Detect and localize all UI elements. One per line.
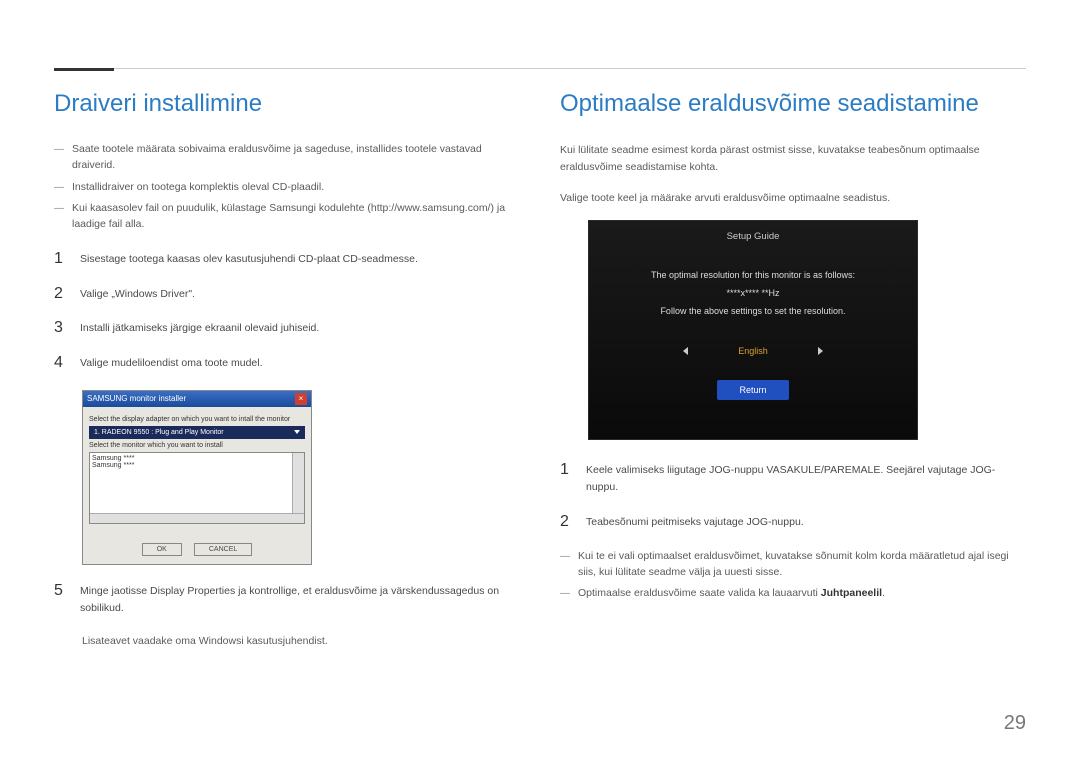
step-number: 1 [560, 462, 572, 478]
language-value: English [738, 346, 768, 356]
arrow-right-icon[interactable] [818, 347, 823, 355]
note-item: Kui te ei vali optimaalset eraldusvõimet… [560, 549, 1026, 581]
osd-title: Setup Guide [727, 231, 780, 242]
step-number: 3 [54, 320, 66, 336]
step-text: Keele valimiseks liigutage JOG-nuppu VAS… [586, 462, 1026, 496]
step-text: Installi jätkamiseks järgige ekraanil ol… [80, 320, 520, 337]
note2-pre: Optimaalse eraldusvõime saate valida ka … [578, 587, 821, 599]
arrow-left-icon[interactable] [683, 347, 688, 355]
close-icon[interactable]: × [295, 393, 307, 405]
ok-button[interactable]: OK [142, 543, 182, 556]
step-text: Teabesõnumi peitmiseks vajutage JOG-nupp… [586, 514, 1026, 531]
note-item: Saate tootele määrata sobivaima eraldusv… [54, 142, 520, 174]
step-number: 2 [560, 514, 572, 530]
dropdown-value: 1. RADEON 9550 : Plug and Play Monitor [94, 429, 224, 436]
right-heading: Optimaalse eraldusvõime seadistamine [560, 90, 1026, 118]
monitor-listbox[interactable]: Samsung **** Samsung **** [89, 452, 305, 524]
right-intro2: Valige toote keel ja määrake arvuti eral… [560, 190, 1026, 207]
step-number: 1 [54, 251, 66, 267]
list-item[interactable]: Samsung **** [92, 455, 302, 462]
setup-guide-osd: Setup Guide The optimal resolution for t… [588, 220, 918, 440]
step-text: Valige mudeliloendist oma toote mudel. [80, 355, 520, 372]
right-notes: Kui te ei vali optimaalset eraldusvõimet… [560, 549, 1026, 602]
vertical-scrollbar[interactable] [292, 453, 304, 513]
installer-label2: Select the monitor which you want to ins… [89, 442, 305, 449]
language-selector: English [683, 346, 823, 356]
step-2: 2 Valige „Windows Driver". [54, 286, 520, 303]
step-number: 2 [54, 286, 66, 302]
left-notes: Saate tootele määrata sobivaima eraldusv… [54, 142, 520, 233]
left-heading: Draiveri installimine [54, 90, 520, 118]
left-column: Draiveri installimine Saate tootele määr… [54, 60, 520, 647]
cancel-button[interactable]: CANCEL [194, 543, 252, 556]
horizontal-scrollbar[interactable] [90, 513, 304, 523]
right-steps: 1 Keele valimiseks liigutage JOG-nuppu V… [560, 462, 1026, 530]
return-button[interactable]: Return [717, 380, 788, 400]
osd-line1: The optimal resolution for this monitor … [651, 270, 855, 280]
installer-titlebar: SAMSUNG monitor installer × [83, 391, 311, 407]
note2-bold: Juhtpaneelil [821, 587, 882, 599]
step-3: 3 Installi jätkamiseks järgige ekraanil … [54, 320, 520, 337]
right-intro1: Kui lülitate seadme esimest korda pärast… [560, 142, 1026, 176]
installer-label1: Select the display adapter on which you … [89, 416, 305, 423]
note2-post: . [882, 587, 885, 599]
installer-window: SAMSUNG monitor installer × Select the d… [82, 390, 312, 565]
adapter-dropdown[interactable]: 1. RADEON 9550 : Plug and Play Monitor [89, 426, 305, 439]
osd-resolution: ****x**** **Hz [726, 288, 779, 298]
left-steps: 1 Sisestage tootega kaasas olev kasutusj… [54, 251, 520, 372]
step-number: 4 [54, 355, 66, 371]
step-2: 2 Teabesõnumi peitmiseks vajutage JOG-nu… [560, 514, 1026, 531]
installer-body: Select the display adapter on which you … [83, 407, 311, 533]
step-text: Valige „Windows Driver". [80, 286, 520, 303]
page-number: 29 [1004, 712, 1026, 735]
step-1: 1 Keele valimiseks liigutage JOG-nuppu V… [560, 462, 1026, 496]
note-item: Optimaalse eraldusvõime saate valida ka … [560, 586, 1026, 602]
page-content: Draiveri installimine Saate tootele määr… [0, 0, 1080, 677]
osd-line2: Follow the above settings to set the res… [660, 306, 845, 316]
step-text: Sisestage tootega kaasas olev kasutusjuh… [80, 251, 520, 268]
list-item[interactable]: Samsung **** [92, 462, 302, 469]
step-text: Minge jaotisse Display Properties ja kon… [80, 583, 520, 617]
installer-title-text: SAMSUNG monitor installer [87, 394, 186, 403]
left-extra: Lisateavet vaadake oma Windowsi kasutusj… [82, 635, 520, 647]
header-rule-accent [54, 68, 114, 71]
chevron-down-icon [294, 430, 300, 434]
step-5: 5 Minge jaotisse Display Properties ja k… [54, 583, 520, 617]
step-1: 1 Sisestage tootega kaasas olev kasutusj… [54, 251, 520, 268]
note-item: Kui kaasasolev fail on puudulik, külasta… [54, 201, 520, 233]
header-rule [54, 68, 1026, 69]
step-number: 5 [54, 583, 66, 599]
right-column: Optimaalse eraldusvõime seadistamine Kui… [560, 60, 1026, 647]
note-item: Installidraiver on tootega komplektis ol… [54, 180, 520, 196]
installer-buttons: OK CANCEL [83, 543, 311, 556]
step-4: 4 Valige mudeliloendist oma toote mudel. [54, 355, 520, 372]
